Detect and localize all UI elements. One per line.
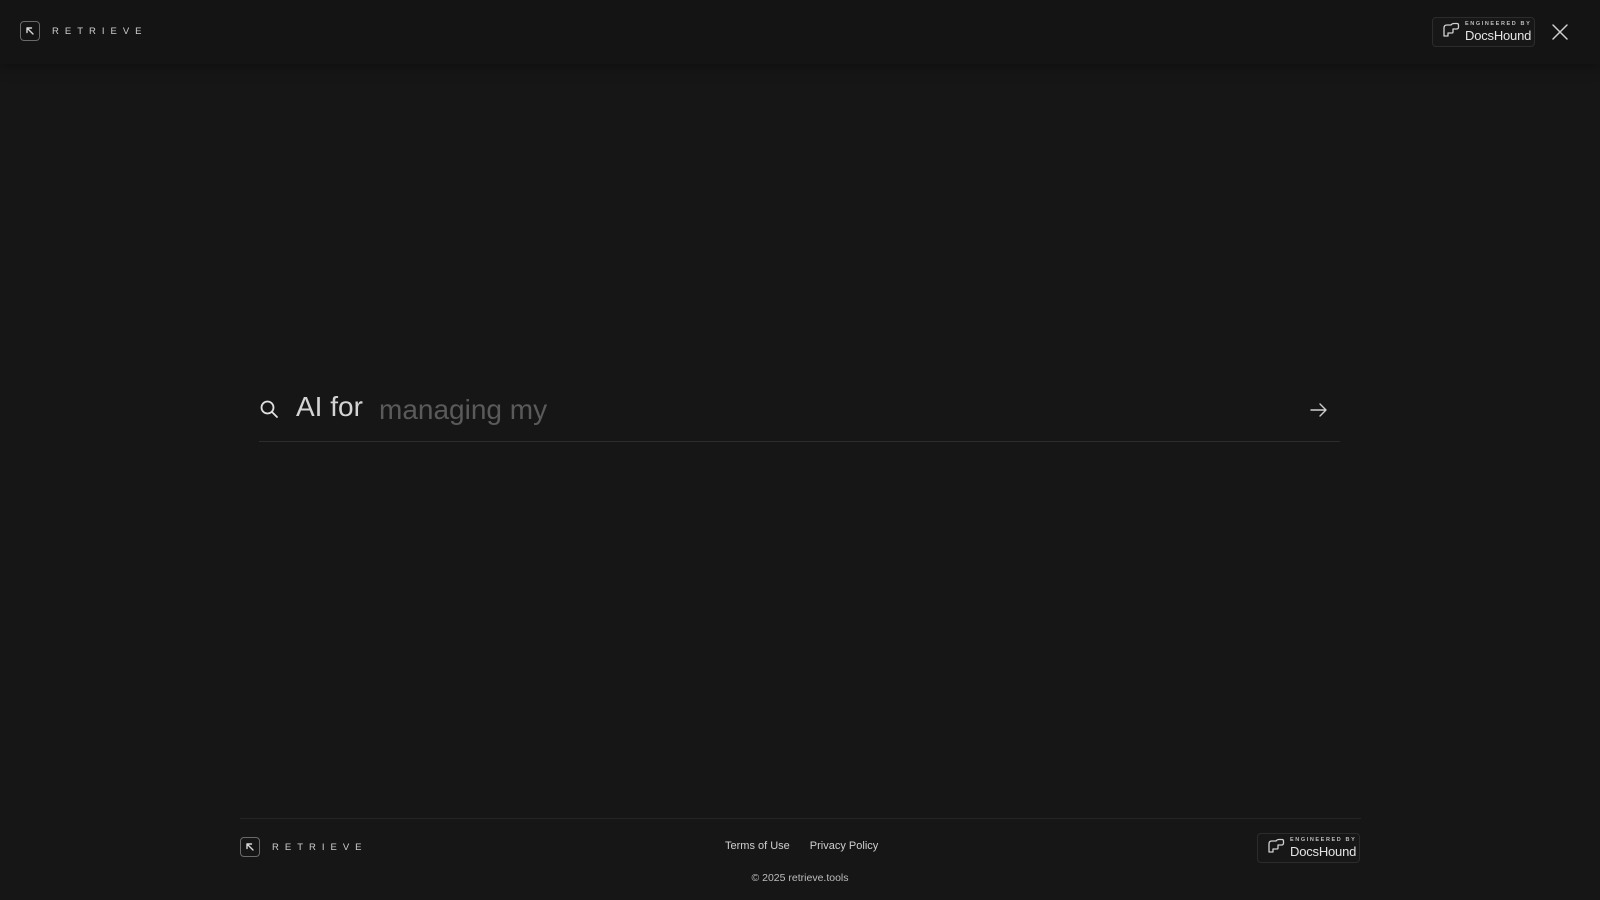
header-brand[interactable]: RETRIEVE (20, 21, 148, 41)
badge-engineered-by: ENGINEERED BY (1465, 21, 1532, 28)
arrow-right-icon (1310, 403, 1327, 417)
page: RETRIEVE ENGINEERED BY DocsHound AI for … (0, 0, 1600, 900)
badge-docshound: DocsHound (1465, 27, 1532, 43)
arrow-up-left-icon (20, 21, 40, 41)
close-icon (1552, 24, 1568, 40)
docshound-badge[interactable]: ENGINEERED BY DocsHound (1432, 17, 1535, 47)
copyright: © 2025 retrieve.tools (751, 872, 849, 884)
terms-link[interactable]: Terms of Use (725, 840, 790, 852)
brand-name: RETRIEVE (272, 841, 368, 853)
search-prefix: AI for (296, 391, 363, 422)
docshound-icon (1442, 22, 1460, 43)
close-button[interactable] (1550, 22, 1570, 42)
brand-name: RETRIEVE (52, 25, 148, 37)
footer-brand[interactable]: RETRIEVE (240, 837, 368, 857)
badge-engineered-by: ENGINEERED BY (1290, 837, 1357, 844)
badge-docshound: DocsHound (1290, 843, 1357, 859)
search-input[interactable] (379, 388, 1259, 432)
submit-button[interactable] (1308, 399, 1330, 421)
docshound-icon (1267, 838, 1285, 859)
badge-words: ENGINEERED BY DocsHound (1465, 22, 1531, 42)
docshound-badge[interactable]: ENGINEERED BY DocsHound (1257, 833, 1360, 863)
privacy-link[interactable]: Privacy Policy (810, 840, 878, 852)
search-bar: AI for (259, 382, 1340, 442)
footer-divider (240, 818, 1361, 819)
footer-links: Terms of Use Privacy Policy (725, 840, 878, 852)
header: RETRIEVE ENGINEERED BY DocsHound (0, 0, 1600, 64)
arrow-up-left-icon (240, 837, 260, 857)
search-icon (259, 399, 279, 419)
badge-words: ENGINEERED BY DocsHound (1290, 838, 1356, 858)
